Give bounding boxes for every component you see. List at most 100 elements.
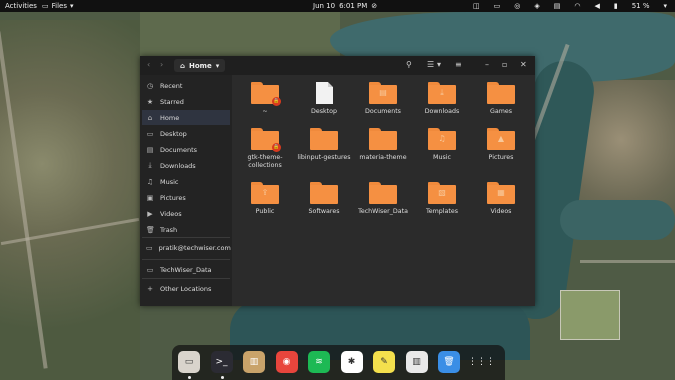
- file-item[interactable]: ▦ Videos: [471, 182, 531, 216]
- file-item[interactable]: materia-theme: [353, 128, 413, 162]
- sidebar-item-trash[interactable]: 🗑 Trash: [142, 222, 230, 237]
- file-item[interactable]: Softwares: [294, 182, 354, 216]
- screenshot-icon[interactable]: ◫: [473, 2, 480, 10]
- drive-icon: ▭: [146, 265, 154, 274]
- trash-icon: 🗑: [146, 225, 155, 234]
- back-arrow-icon[interactable]: ‹: [147, 60, 150, 69]
- sidebar-item-downloads[interactable]: ⤓ Downloads: [142, 158, 230, 173]
- file-name: Templates: [425, 208, 458, 215]
- file-item[interactable]: ♫ Music: [412, 128, 472, 162]
- time-label: 6:01 PM: [339, 2, 368, 10]
- sidebar-item-pictures[interactable]: ▣ Pictures: [142, 190, 230, 205]
- files-menu-label: Files: [51, 2, 67, 10]
- system-monitor-icon[interactable]: ▥: [405, 351, 428, 373]
- system-tray[interactable]: ◫ ▭ ◎ ◈ ▤ ◠ ◀ ▮ 51 % ▾: [473, 2, 667, 10]
- file-item[interactable]: ⤓ Downloads: [412, 82, 472, 116]
- sidebar-item-label: Starred: [160, 97, 184, 106]
- notes-icon[interactable]: ✎: [373, 351, 395, 373]
- menu-icon[interactable]: ≡: [455, 60, 462, 69]
- terminal-icon[interactable]: >_: [210, 351, 233, 373]
- file-item[interactable]: 🔒 ~: [235, 82, 295, 116]
- sidebar-item-label: pratik@techwiser.com: [158, 243, 231, 252]
- file-name: materia-theme: [359, 154, 407, 161]
- folder-icon: 🔒: [251, 82, 281, 106]
- sidebar-item-label: Music: [160, 177, 179, 186]
- chevron-down-icon[interactable]: ▾: [437, 60, 441, 69]
- chrome-icon[interactable]: ◉: [275, 351, 298, 373]
- plus-icon: +: [147, 284, 153, 293]
- files-app-menu[interactable]: ▭ Files ▾: [42, 2, 74, 10]
- sidebar-item-starred[interactable]: ★ Starred: [142, 94, 230, 109]
- microphone-icon[interactable]: ▮: [614, 2, 618, 10]
- window-icon[interactable]: ▭: [494, 2, 501, 10]
- videos-icon: ▶: [147, 209, 153, 218]
- file-manager-window: ‹ › ⌂ Home ▾ ⚲ ☰ ▾ ≡ – ▫ ✕ ◷ Recent ★ Starr…: [140, 56, 535, 306]
- volume-icon[interactable]: ◀: [594, 2, 599, 10]
- location-icon[interactable]: ◎: [514, 2, 520, 10]
- sidebar-item-desktop[interactable]: ▭ Desktop: [142, 126, 230, 141]
- file-name: Desktop: [311, 108, 337, 115]
- folder-icon: [369, 128, 397, 150]
- files-app-icon[interactable]: ▭: [178, 351, 200, 373]
- sidebar-item-label: Documents: [160, 145, 198, 154]
- file-name: Public: [255, 208, 275, 215]
- view-options-icon[interactable]: ☰: [427, 60, 434, 69]
- music-icon: ♫: [146, 177, 154, 186]
- file-name: Music: [433, 154, 451, 161]
- clipboard-icon[interactable]: ▤: [554, 2, 561, 10]
- notification-off-icon: ⊘: [371, 2, 378, 10]
- file-name: Downloads: [424, 108, 460, 115]
- sidebar-item-documents[interactable]: ▤ Documents: [142, 142, 230, 157]
- folder-icon: [487, 82, 515, 104]
- slack-icon[interactable]: ✱: [340, 351, 363, 373]
- file-name: Games: [489, 108, 513, 115]
- maximize-icon[interactable]: ▫: [502, 60, 507, 69]
- file-item[interactable]: Games: [471, 82, 531, 116]
- path-bar-home-button[interactable]: ⌂ Home ▾: [174, 59, 226, 72]
- archive-manager-icon[interactable]: ▥: [243, 351, 265, 373]
- places-sidebar: ◷ Recent ★ Starred ⌂ Home ▭ Desktop ▤ Documents ⤓ D…: [140, 75, 232, 306]
- trash-dock-icon[interactable]: 🗑: [438, 351, 460, 373]
- chevron-down-icon[interactable]: ▾: [663, 2, 667, 10]
- file-item[interactable]: 🔒 gtk-theme-collections: [235, 128, 295, 170]
- sidebar-item-music[interactable]: ♫ Music: [142, 174, 230, 189]
- file-item[interactable]: ▧ Templates: [412, 182, 472, 216]
- folder-icon: ▲: [487, 128, 515, 150]
- lock-icon: 🔒: [272, 97, 281, 106]
- wifi-icon[interactable]: ◠: [574, 2, 580, 10]
- file-item[interactable]: ⇪ Public: [235, 182, 295, 216]
- folder-icon: ▧: [428, 182, 456, 204]
- app-grid-icon[interactable]: ⋮⋮⋮: [468, 351, 495, 373]
- top-panel: Activities ▭ Files ▾ Jun 10 6:01 PM ⊘ ◫ …: [0, 0, 675, 12]
- spotify-icon[interactable]: ≋: [308, 351, 330, 373]
- folder-icon: [310, 182, 338, 204]
- file-item[interactable]: ▲ Pictures: [471, 128, 531, 162]
- clock-icon: ◷: [146, 81, 154, 90]
- sidebar-item-other-locations[interactable]: + Other Locations: [142, 281, 230, 296]
- activities-button[interactable]: Activities: [5, 2, 37, 10]
- sidebar-item-label: Downloads: [160, 161, 196, 170]
- sidebar-item-techwiser-data[interactable]: ▭ TechWiser_Data: [142, 262, 230, 277]
- file-item[interactable]: libinput-gestures: [294, 128, 354, 162]
- close-icon[interactable]: ✕: [520, 60, 527, 69]
- date-label: Jun 10: [313, 2, 336, 10]
- sidebar-item-pratik-techwiser-com[interactable]: ▭ pratik@techwiser.com: [142, 240, 231, 255]
- file-grid: 🔒 ~ Desktop ▤ Documents ⤓ Downloads Games 🔒 gtk-t…: [232, 75, 535, 306]
- folder-icon: ⇪: [251, 182, 279, 204]
- app-indicator-icon[interactable]: ◈: [534, 2, 539, 10]
- sidebar-divider: [142, 278, 230, 279]
- sidebar-item-label: TechWiser_Data: [160, 265, 212, 274]
- minimize-icon[interactable]: –: [485, 60, 489, 69]
- forward-arrow-icon[interactable]: ›: [160, 60, 163, 69]
- sidebar-item-recent[interactable]: ◷ Recent: [142, 78, 230, 93]
- sidebar-item-videos[interactable]: ▶ Videos: [142, 206, 230, 221]
- folder-icon: 🔒: [251, 128, 281, 152]
- file-item[interactable]: Desktop: [294, 82, 354, 116]
- file-item[interactable]: TechWiser_Data: [353, 182, 413, 216]
- sidebar-item-label: Recent: [160, 81, 183, 90]
- lock-icon: 🔒: [272, 143, 281, 152]
- clock[interactable]: Jun 10 6:01 PM ⊘: [313, 2, 377, 10]
- search-icon[interactable]: ⚲: [406, 60, 412, 69]
- file-item[interactable]: ▤ Documents: [353, 82, 413, 116]
- sidebar-item-home[interactable]: ⌂ Home: [142, 110, 230, 125]
